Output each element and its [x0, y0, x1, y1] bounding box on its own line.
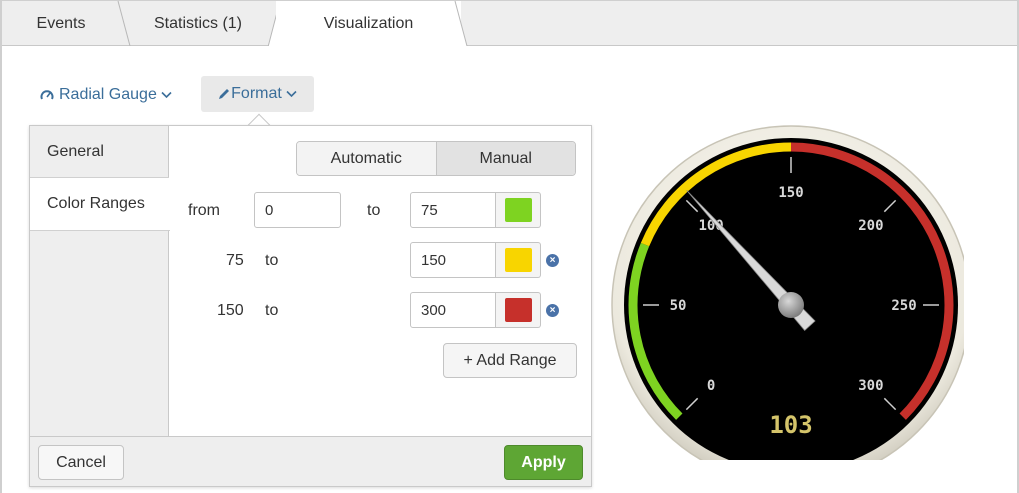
color-swatch-red [504, 298, 532, 322]
to-label: to [265, 252, 279, 269]
range-2-color-picker[interactable] [496, 242, 541, 278]
format-dropdown[interactable]: Format [201, 76, 314, 112]
range-3-color-picker[interactable] [496, 292, 541, 328]
chevron-down-icon [161, 91, 172, 99]
gauge-needle-hub [778, 292, 804, 318]
gauge-tick-label: 50 [670, 298, 687, 314]
gauge-icon [40, 90, 54, 100]
mode-manual-button[interactable]: Manual [436, 142, 575, 175]
sidebar-item-label: General [47, 142, 104, 160]
range-3-from-value: 150 [217, 302, 244, 319]
tab-visualization[interactable]: Visualization [276, 1, 461, 47]
tab-bar: Events Statistics (1) Visualization [2, 1, 1017, 47]
range-2-from-value: 75 [226, 252, 244, 269]
cancel-button[interactable]: Cancel [38, 445, 124, 480]
add-range-button[interactable]: + Add Range [443, 343, 577, 378]
gauge-tick-label: 300 [858, 378, 883, 394]
range-1-from-input[interactable]: 0 [254, 192, 341, 228]
tab-events[interactable]: Events [2, 1, 120, 46]
to-label: to [265, 302, 279, 319]
to-label: to [367, 202, 381, 219]
range-2-remove-icon[interactable]: × [546, 254, 559, 267]
color-swatch-yellow [504, 248, 532, 272]
range-1-color-picker[interactable] [496, 192, 541, 228]
tab-visualization-label: Visualization [323, 15, 414, 32]
gauge-value-readout: 103 [769, 411, 812, 439]
range-2-to-input[interactable]: 150 [410, 242, 496, 278]
mode-automatic-button[interactable]: Automatic [297, 142, 437, 175]
range-3-to-input[interactable]: 300 [410, 292, 496, 328]
tab-events-label: Events [36, 14, 86, 32]
panel-footer: Cancel Apply [30, 436, 591, 486]
radial-gauge: 050100150200250300 103 [611, 125, 964, 460]
tab-statistics[interactable]: Statistics (1) [120, 1, 276, 46]
range-3-remove-icon[interactable]: × [546, 304, 559, 317]
gauge-tick-label: 150 [778, 185, 803, 201]
color-swatch-green [504, 198, 532, 222]
pencil-icon [219, 89, 230, 99]
format-panel: General Color Ranges Automatic Manual fr… [29, 125, 592, 487]
gauge-tick-label: 0 [707, 378, 715, 394]
tab-separator [451, 1, 468, 46]
format-label: Format [231, 85, 282, 102]
sidebar-item-general[interactable]: General [30, 126, 169, 178]
sidebar-item-color-ranges[interactable]: Color Ranges [30, 178, 170, 231]
chevron-down-icon [286, 90, 297, 98]
sidebar-item-label: Color Ranges [47, 195, 145, 212]
viz-type-dropdown[interactable]: Radial Gauge [40, 78, 172, 112]
from-label: from [188, 202, 220, 219]
panel-sidebar: General Color Ranges [30, 126, 170, 436]
viz-type-label: Radial Gauge [59, 86, 157, 103]
range-1-to-input[interactable]: 75 [410, 192, 496, 228]
apply-button[interactable]: Apply [504, 445, 583, 480]
mode-toggle: Automatic Manual [296, 141, 576, 176]
gauge-tick-label: 250 [891, 298, 916, 314]
tab-statistics-label: Statistics (1) [153, 14, 242, 32]
gauge-tick-label: 200 [858, 218, 883, 234]
